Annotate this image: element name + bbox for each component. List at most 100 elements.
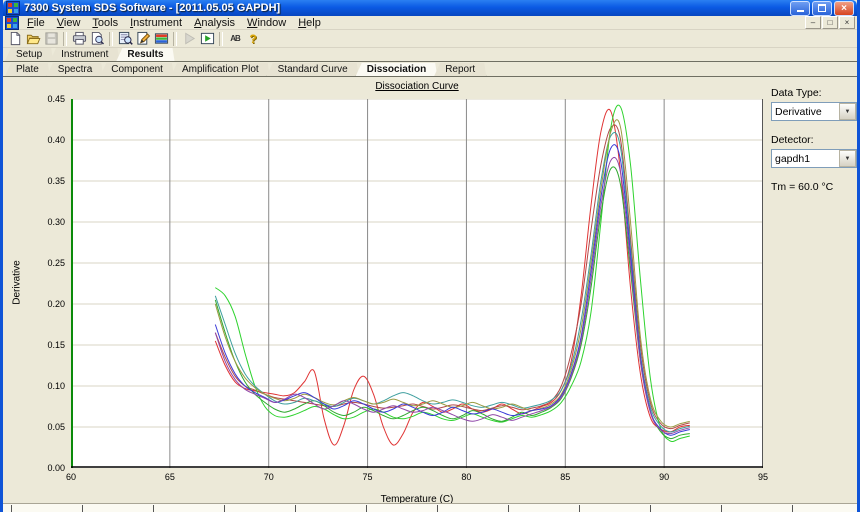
- chevron-down-icon[interactable]: ▼: [839, 103, 856, 120]
- print-preview-button[interactable]: [88, 31, 106, 47]
- y-tick-0.15: 0.15: [47, 340, 65, 350]
- detector-label: Detector:: [771, 134, 814, 146]
- menu-bar-items: File View Tools Instrument Analysis Window Hel…: [21, 17, 327, 29]
- data-type-select[interactable]: Derivative ▼: [771, 102, 857, 121]
- menu-bar: File View Tools Instrument Analysis Window Hel…: [3, 15, 857, 30]
- settings-panel: Data Type: Derivative ▼ Detector: gapdh1…: [771, 87, 857, 193]
- save-icon: [44, 32, 58, 45]
- secondary-tab-bar: Plate Spectra Component Amplification Plot S…: [3, 62, 857, 77]
- toolbar: AB?: [3, 30, 857, 48]
- mdi-close-button[interactable]: ×: [839, 16, 855, 29]
- y-axis-label: Derivative: [11, 260, 23, 305]
- data-type-value: Derivative: [775, 105, 822, 118]
- run-instrument-icon: [184, 32, 195, 45]
- mdi-minimize-button[interactable]: –: [805, 16, 821, 29]
- x-tick-95: 95: [757, 472, 768, 482]
- mdi-window-controls: – □ ×: [804, 16, 855, 29]
- detector-select[interactable]: gapdh1 ▼: [771, 149, 857, 168]
- tab-plate[interactable]: Plate: [5, 63, 50, 76]
- menu-file[interactable]: File: [21, 17, 51, 29]
- tm-readout: Tm = 60.0 °C: [771, 181, 834, 193]
- toolbar-separator: [109, 31, 113, 46]
- results-view: Dissociation Curve Derivative 0.00 0.05 0.…: [3, 77, 857, 512]
- window-title: 7300 System SDS Software - [2011.05.05 G…: [24, 2, 281, 14]
- y-tick-0.40: 0.40: [47, 135, 65, 145]
- print-preview-icon: [91, 31, 104, 45]
- restore-button[interactable]: [812, 0, 832, 16]
- app-window: 7300 System SDS Software - [2011.05.05 G…: [0, 0, 860, 512]
- dissociation-plot: [71, 99, 763, 468]
- minimize-button[interactable]: [790, 0, 810, 16]
- y-tick-0.10: 0.10: [47, 381, 65, 391]
- menu-window[interactable]: Window: [241, 17, 292, 29]
- app-icon: [6, 1, 20, 15]
- document-icon[interactable]: [5, 15, 19, 30]
- menu-tools[interactable]: Tools: [86, 17, 124, 29]
- view-results-icon: [200, 32, 214, 45]
- tab-report[interactable]: Report: [434, 63, 486, 76]
- menu-help[interactable]: Help: [292, 17, 327, 29]
- tab-dissociation[interactable]: Dissociation: [356, 63, 437, 76]
- help-icon: ?: [249, 31, 257, 46]
- new-document-icon: [10, 31, 20, 46]
- y-tick-0.35: 0.35: [47, 176, 65, 186]
- close-button[interactable]: ×: [834, 0, 854, 16]
- series-curve-2: [214, 124, 690, 430]
- ab-quantification-icon: AB: [230, 34, 241, 43]
- y-tick-0.30: 0.30: [47, 217, 65, 227]
- x-tick-65: 65: [164, 472, 175, 482]
- close-icon: ×: [841, 2, 847, 14]
- help-button[interactable]: ?: [244, 31, 262, 47]
- tab-spectra[interactable]: Spectra: [47, 63, 103, 76]
- mdi-restore-button[interactable]: □: [822, 16, 838, 29]
- x-tick-85: 85: [560, 472, 571, 482]
- save-button[interactable]: [42, 31, 60, 47]
- menu-view[interactable]: View: [51, 17, 87, 29]
- find-wells-icon: [118, 31, 133, 45]
- tab-amplification-plot[interactable]: Amplification Plot: [171, 63, 270, 76]
- minimize-icon: [796, 10, 804, 12]
- tab-results[interactable]: Results: [116, 48, 174, 61]
- toolbar-separator: [173, 31, 177, 46]
- tab-instrument[interactable]: Instrument: [50, 48, 119, 61]
- tab-component[interactable]: Component: [100, 63, 174, 76]
- toolbar-separator: [63, 31, 67, 46]
- restore-icon: [818, 4, 826, 12]
- edit-document-icon: [136, 31, 150, 45]
- well-plate-icon: [154, 33, 168, 44]
- run-instrument-button[interactable]: [180, 31, 198, 47]
- view-results-button[interactable]: [198, 31, 216, 47]
- new-document-button[interactable]: [6, 31, 24, 47]
- series-curve-8: [214, 156, 690, 435]
- x-tick-70: 70: [263, 472, 274, 482]
- toolbar-separator: [219, 31, 223, 46]
- print-button[interactable]: [70, 31, 88, 47]
- x-tick-60: 60: [65, 472, 76, 482]
- well-plate-button[interactable]: [152, 31, 170, 47]
- open-file-button[interactable]: [24, 31, 42, 47]
- plot-canvas: [71, 99, 763, 468]
- series-curve-7: [214, 144, 690, 436]
- detector-value: gapdh1: [775, 152, 811, 165]
- tab-standard-curve[interactable]: Standard Curve: [267, 63, 359, 76]
- y-tick-0.20: 0.20: [47, 299, 65, 309]
- y-tick-0.25: 0.25: [47, 258, 65, 268]
- print-icon: [72, 31, 86, 45]
- x-tick-75: 75: [362, 472, 373, 482]
- x-tick-80: 80: [461, 472, 472, 482]
- y-tick-0.45: 0.45: [47, 94, 65, 104]
- chart-title: Dissociation Curve: [375, 81, 459, 92]
- primary-tab-bar: Setup Instrument Results: [3, 47, 857, 62]
- x-tick-90: 90: [659, 472, 670, 482]
- chevron-down-icon[interactable]: ▼: [839, 150, 856, 167]
- ab-quantification-button[interactable]: AB: [226, 31, 244, 47]
- menu-instrument[interactable]: Instrument: [124, 17, 188, 29]
- y-tick-0.05: 0.05: [47, 422, 65, 432]
- edit-document-button[interactable]: [134, 31, 152, 47]
- menu-analysis[interactable]: Analysis: [188, 17, 241, 29]
- bottom-table-edge: [3, 503, 857, 512]
- title-bar[interactable]: 7300 System SDS Software - [2011.05.05 G…: [3, 0, 857, 16]
- tab-setup[interactable]: Setup: [5, 48, 53, 61]
- open-file-icon: [26, 34, 40, 45]
- find-wells-button[interactable]: [116, 31, 134, 47]
